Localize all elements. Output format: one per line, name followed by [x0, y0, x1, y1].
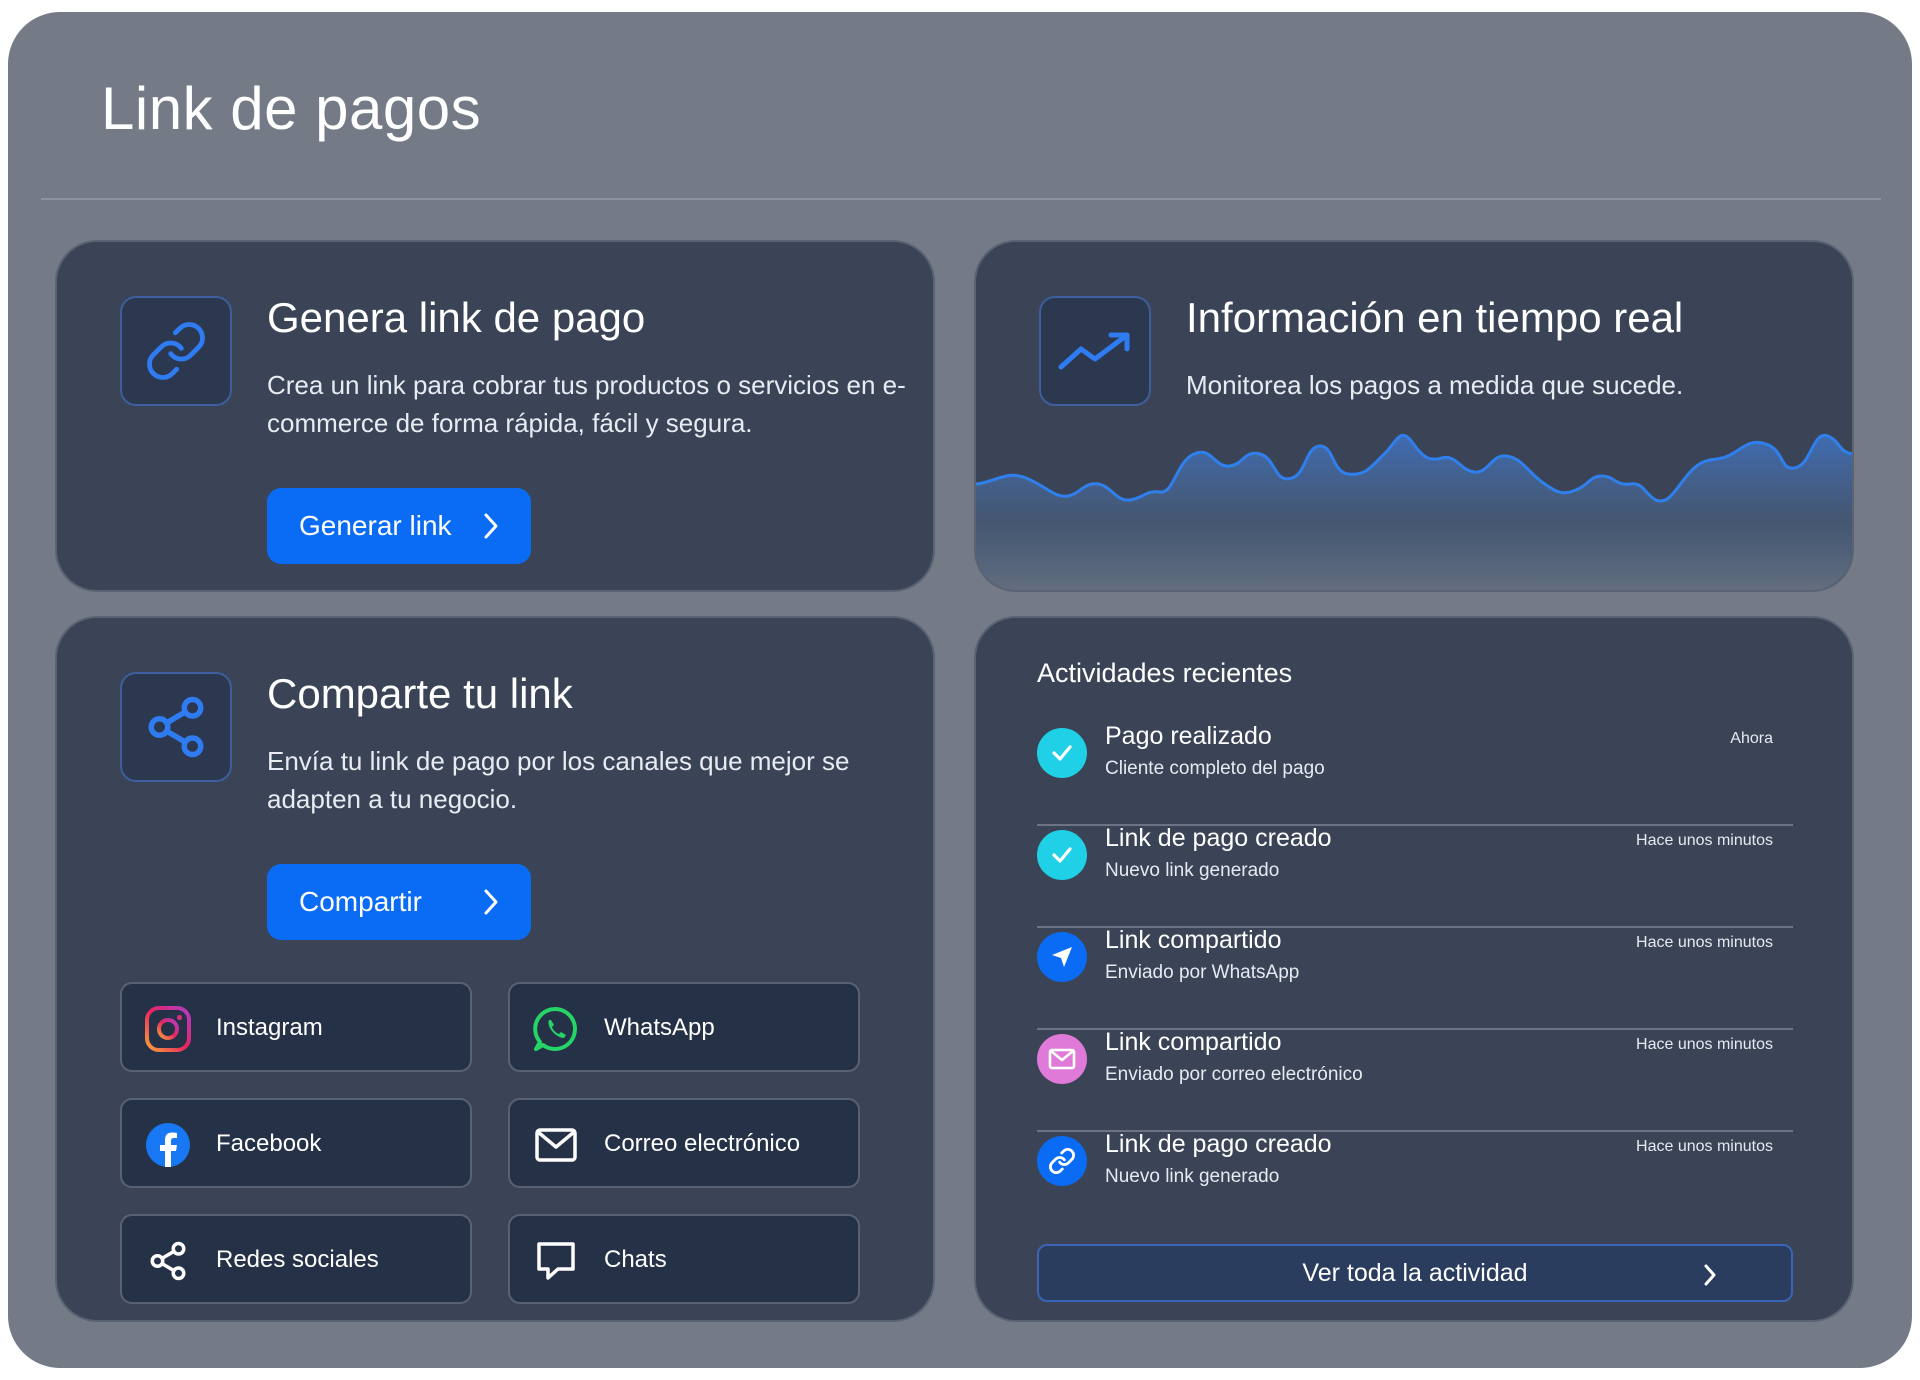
activity-item[interactable]: Link de pago creado Nuevo link generado … — [1037, 816, 1793, 918]
channel-label: Correo electrónico — [604, 1130, 801, 1157]
share-link-title: Comparte tu link — [267, 670, 573, 717]
facebook-icon — [144, 1121, 192, 1169]
activity-item-time: Hace unos minutos — [1636, 1138, 1773, 1155]
channel-chats-button[interactable]: Chats — [508, 1214, 860, 1304]
activity-item-subtitle: Nuevo link generado — [1105, 1166, 1280, 1187]
recent-activity-card: Actividades recientes Pago realizado Cli… — [974, 616, 1854, 1322]
generate-link-description: Crea un link para cobrar tus productos o… — [267, 370, 906, 438]
check-icon — [1037, 728, 1087, 778]
activity-item-time: Ahora — [1730, 730, 1773, 747]
channel-facebook-button[interactable]: Facebook — [120, 1098, 472, 1188]
channel-instagram-button[interactable]: Instagram — [120, 982, 472, 1072]
share-link-card: Comparte tu link Envía tu link de pago p… — [55, 616, 935, 1322]
realtime-info-title: Información en tiempo real — [1186, 294, 1684, 341]
link-icon — [1037, 1136, 1087, 1186]
realtime-sparkline — [976, 433, 1852, 590]
chevron-right-icon — [479, 512, 503, 547]
share-link-description: Envía tu link de pago por los canales qu… — [267, 746, 850, 814]
header-divider — [41, 198, 1881, 200]
check-icon — [1037, 830, 1087, 880]
channel-social-networks-button[interactable]: Redes sociales — [120, 1214, 472, 1304]
channel-label: Chats — [604, 1246, 667, 1273]
mail-icon — [1037, 1034, 1087, 1084]
activity-item[interactable]: Link compartido Enviado por correo elect… — [1037, 1020, 1793, 1122]
chevron-right-icon — [1701, 1263, 1719, 1294]
generate-link-button[interactable]: Generar link — [267, 488, 531, 564]
share-icon — [120, 672, 232, 782]
activity-item-title: Link compartido — [1105, 1028, 1282, 1056]
channel-label: Redes sociales — [216, 1246, 379, 1273]
view-all-activity-label: Ver toda la actividad — [1302, 1258, 1528, 1287]
activity-item-time: Hace unos minutos — [1636, 1036, 1773, 1053]
channel-label: Facebook — [216, 1130, 322, 1157]
send-icon — [1037, 932, 1087, 982]
view-all-activity-button[interactable]: Ver toda la actividad — [1037, 1244, 1793, 1302]
share-icon — [144, 1237, 192, 1285]
realtime-info-description: Monitorea los pagos a medida que sucede. — [1186, 370, 1684, 400]
recent-activity-title: Actividades recientes — [1037, 658, 1293, 688]
channel-email-button[interactable]: Correo electrónico — [508, 1098, 860, 1188]
activity-item[interactable]: Link de pago creado Nuevo link generado … — [1037, 1122, 1793, 1224]
link-icon — [120, 296, 232, 406]
mail-icon — [532, 1121, 580, 1169]
page-title: Link de pagos — [101, 75, 482, 142]
activity-item-title: Pago realizado — [1105, 722, 1272, 750]
instagram-icon — [144, 1005, 192, 1053]
realtime-info-card: Información en tiempo real Monitorea los… — [974, 240, 1854, 592]
activity-item-title: Link de pago creado — [1105, 824, 1332, 852]
activity-item-subtitle: Enviado por correo electrónico — [1105, 1064, 1363, 1085]
activity-item-subtitle: Nuevo link generado — [1105, 860, 1280, 881]
generate-link-card: Genera link de pago Crea un link para co… — [55, 240, 935, 592]
activity-item-title: Link de pago creado — [1105, 1130, 1332, 1158]
share-button-label: Compartir — [299, 886, 422, 917]
activity-item-title: Link compartido — [1105, 926, 1282, 954]
channel-label: WhatsApp — [604, 1014, 715, 1041]
generate-link-button-label: Generar link — [299, 510, 452, 541]
page-frame: Link de pagos Genera link de pago Crea u… — [8, 12, 1912, 1368]
activity-item-time: Hace unos minutos — [1636, 934, 1773, 951]
activity-item-subtitle: Enviado por WhatsApp — [1105, 962, 1300, 983]
chat-icon — [532, 1237, 580, 1285]
generate-link-title: Genera link de pago — [267, 294, 646, 341]
chevron-right-icon — [479, 888, 503, 923]
activity-item[interactable]: Pago realizado Cliente completo del pago… — [1037, 714, 1793, 816]
trend-up-icon — [1039, 296, 1151, 406]
channel-label: Instagram — [216, 1014, 323, 1041]
activity-item[interactable]: Link compartido Enviado por WhatsApp Hac… — [1037, 918, 1793, 1020]
share-button[interactable]: Compartir — [267, 864, 531, 940]
whatsapp-icon — [532, 1005, 580, 1053]
activity-item-subtitle: Cliente completo del pago — [1105, 758, 1325, 779]
activity-item-time: Hace unos minutos — [1636, 832, 1773, 849]
channel-whatsapp-button[interactable]: WhatsApp — [508, 982, 860, 1072]
